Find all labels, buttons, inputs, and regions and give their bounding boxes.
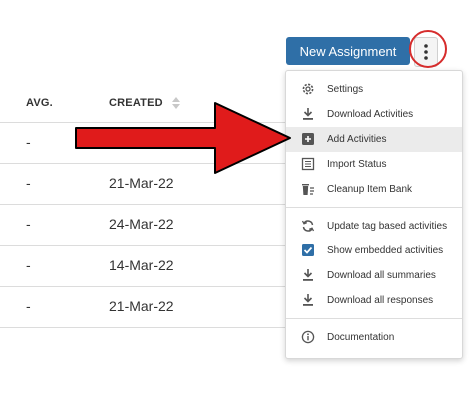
menu-item-documentation[interactable]: Documentation	[286, 325, 462, 350]
table-row[interactable]: - 01-Feb-22	[0, 123, 290, 164]
menu-item-settings[interactable]: Settings	[286, 77, 462, 102]
table-row[interactable]: - 21-Mar-22	[0, 287, 290, 328]
menu-item-label: Download all summaries	[327, 270, 436, 281]
menu-item-label: Add Activities	[327, 134, 387, 145]
menu-item-import-status[interactable]: Import Status	[286, 152, 462, 177]
trash-icon	[302, 184, 314, 195]
refresh-icon	[301, 220, 315, 232]
sort-icon[interactable]	[172, 97, 181, 110]
menu-item-label: Settings	[327, 84, 364, 95]
menu-item-label: Download all responses	[327, 295, 434, 306]
cell-created: 24-Mar-22	[109, 216, 174, 232]
table-row[interactable]: - 14-Mar-22	[0, 246, 290, 287]
menu-item-show-embedded-activities[interactable]: Show embedded activities	[286, 238, 462, 263]
table-header: AVG. CREATED	[0, 86, 290, 123]
cell-avg: -	[26, 257, 31, 273]
info-icon	[301, 330, 315, 344]
new-assignment-button[interactable]: New Assignment	[286, 37, 410, 65]
column-header-created-label: CREATED	[109, 97, 163, 109]
plus-square-icon	[302, 133, 314, 145]
cell-created: 21-Mar-22	[109, 298, 174, 314]
menu-item-cleanup-item-bank[interactable]: Cleanup Item Bank	[286, 177, 462, 202]
download-icon	[303, 269, 313, 281]
menu-divider	[286, 318, 462, 319]
table-row[interactable]: - 21-Mar-22	[0, 164, 290, 205]
download-icon	[303, 294, 313, 306]
cell-created: 21-Mar-22	[109, 175, 174, 191]
menu-item-download-activities[interactable]: Download Activities	[286, 102, 462, 127]
cell-avg: -	[26, 134, 31, 150]
menu-item-label: Download Activities	[327, 109, 414, 120]
menu-divider	[286, 207, 462, 208]
list-box-icon	[301, 157, 315, 171]
annotation-circle	[409, 30, 447, 68]
menu-item-download-all-responses[interactable]: Download all responses	[286, 288, 462, 313]
menu-item-label: Cleanup Item Bank	[327, 184, 413, 195]
checkbox-checked-icon[interactable]	[301, 243, 315, 257]
menu-item-add-activities[interactable]: Add Activities	[286, 127, 462, 152]
menu-item-label: Show embedded activities	[327, 245, 444, 256]
cell-avg: -	[26, 298, 31, 314]
cell-avg: -	[26, 175, 31, 191]
menu-item-label: Import Status	[327, 159, 387, 170]
cell-created: 01-Feb-22	[109, 134, 174, 150]
cell-avg: -	[26, 216, 31, 232]
column-header-avg[interactable]: AVG.	[26, 97, 53, 109]
menu-item-label: Documentation	[327, 332, 395, 343]
options-dropdown-menu: Settings Download Activities Add Activit…	[285, 70, 463, 359]
download-icon	[303, 108, 313, 120]
cell-created: 14-Mar-22	[109, 257, 174, 273]
menu-item-update-tag-based-activities[interactable]: Update tag based activities	[286, 214, 462, 239]
column-header-created[interactable]: CREATED	[109, 97, 181, 110]
gear-icon	[302, 83, 314, 95]
table-row[interactable]: - 24-Mar-22	[0, 205, 290, 246]
menu-item-label: Update tag based activities	[327, 221, 448, 232]
menu-item-download-all-summaries[interactable]: Download all summaries	[286, 263, 462, 288]
